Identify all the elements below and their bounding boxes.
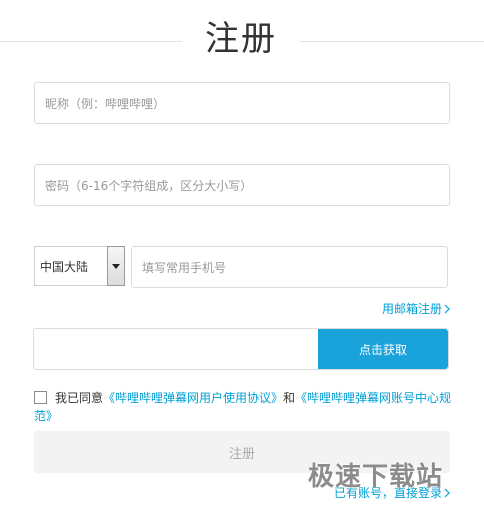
nickname-input[interactable]: 昵称（例：哔哩哔哩） bbox=[34, 82, 450, 124]
email-register-label: 用邮箱注册 bbox=[381, 302, 442, 316]
password-placeholder: 密码（6-16个字符组成，区分大小写） bbox=[45, 178, 253, 193]
region-dropdown-button[interactable] bbox=[107, 246, 125, 286]
phone-input[interactable]: 填写常用手机号 bbox=[131, 246, 448, 288]
chevron-right-icon bbox=[444, 488, 450, 497]
nickname-placeholder: 昵称（例：哔哩哔哩） bbox=[45, 96, 166, 111]
agreement-prefix: 我已同意 bbox=[55, 391, 104, 405]
password-input[interactable]: 密码（6-16个字符组成，区分大小写） bbox=[34, 164, 450, 206]
user-agreement-link[interactable]: 《哔哩哔哩弹幕网用户使用协议》 bbox=[103, 391, 283, 405]
title-divider-right bbox=[300, 41, 484, 42]
page-title: 注册 bbox=[205, 19, 277, 59]
phone-placeholder: 填写常用手机号 bbox=[142, 260, 227, 275]
title-divider-left bbox=[0, 41, 182, 42]
chevron-right-icon bbox=[444, 304, 450, 313]
email-register-link[interactable]: 用邮箱注册 bbox=[382, 300, 450, 317]
title-row: 注册 bbox=[0, 0, 484, 84]
region-value: 中国大陆 bbox=[40, 259, 89, 274]
agreement-row: 我已同意《哔哩哔哩弹幕网用户使用协议》和《哔哩哔哩弹幕网账号中心规范》 bbox=[34, 389, 454, 425]
agreement-joiner: 和 bbox=[283, 391, 296, 405]
agreement-checkbox[interactable] bbox=[34, 391, 47, 404]
region-select[interactable]: 中国大陆 bbox=[34, 246, 125, 286]
chevron-down-icon bbox=[112, 263, 120, 269]
watermark-logo: 极速下载站 bbox=[308, 462, 444, 492]
get-code-button[interactable]: 点击获取 bbox=[318, 329, 448, 369]
